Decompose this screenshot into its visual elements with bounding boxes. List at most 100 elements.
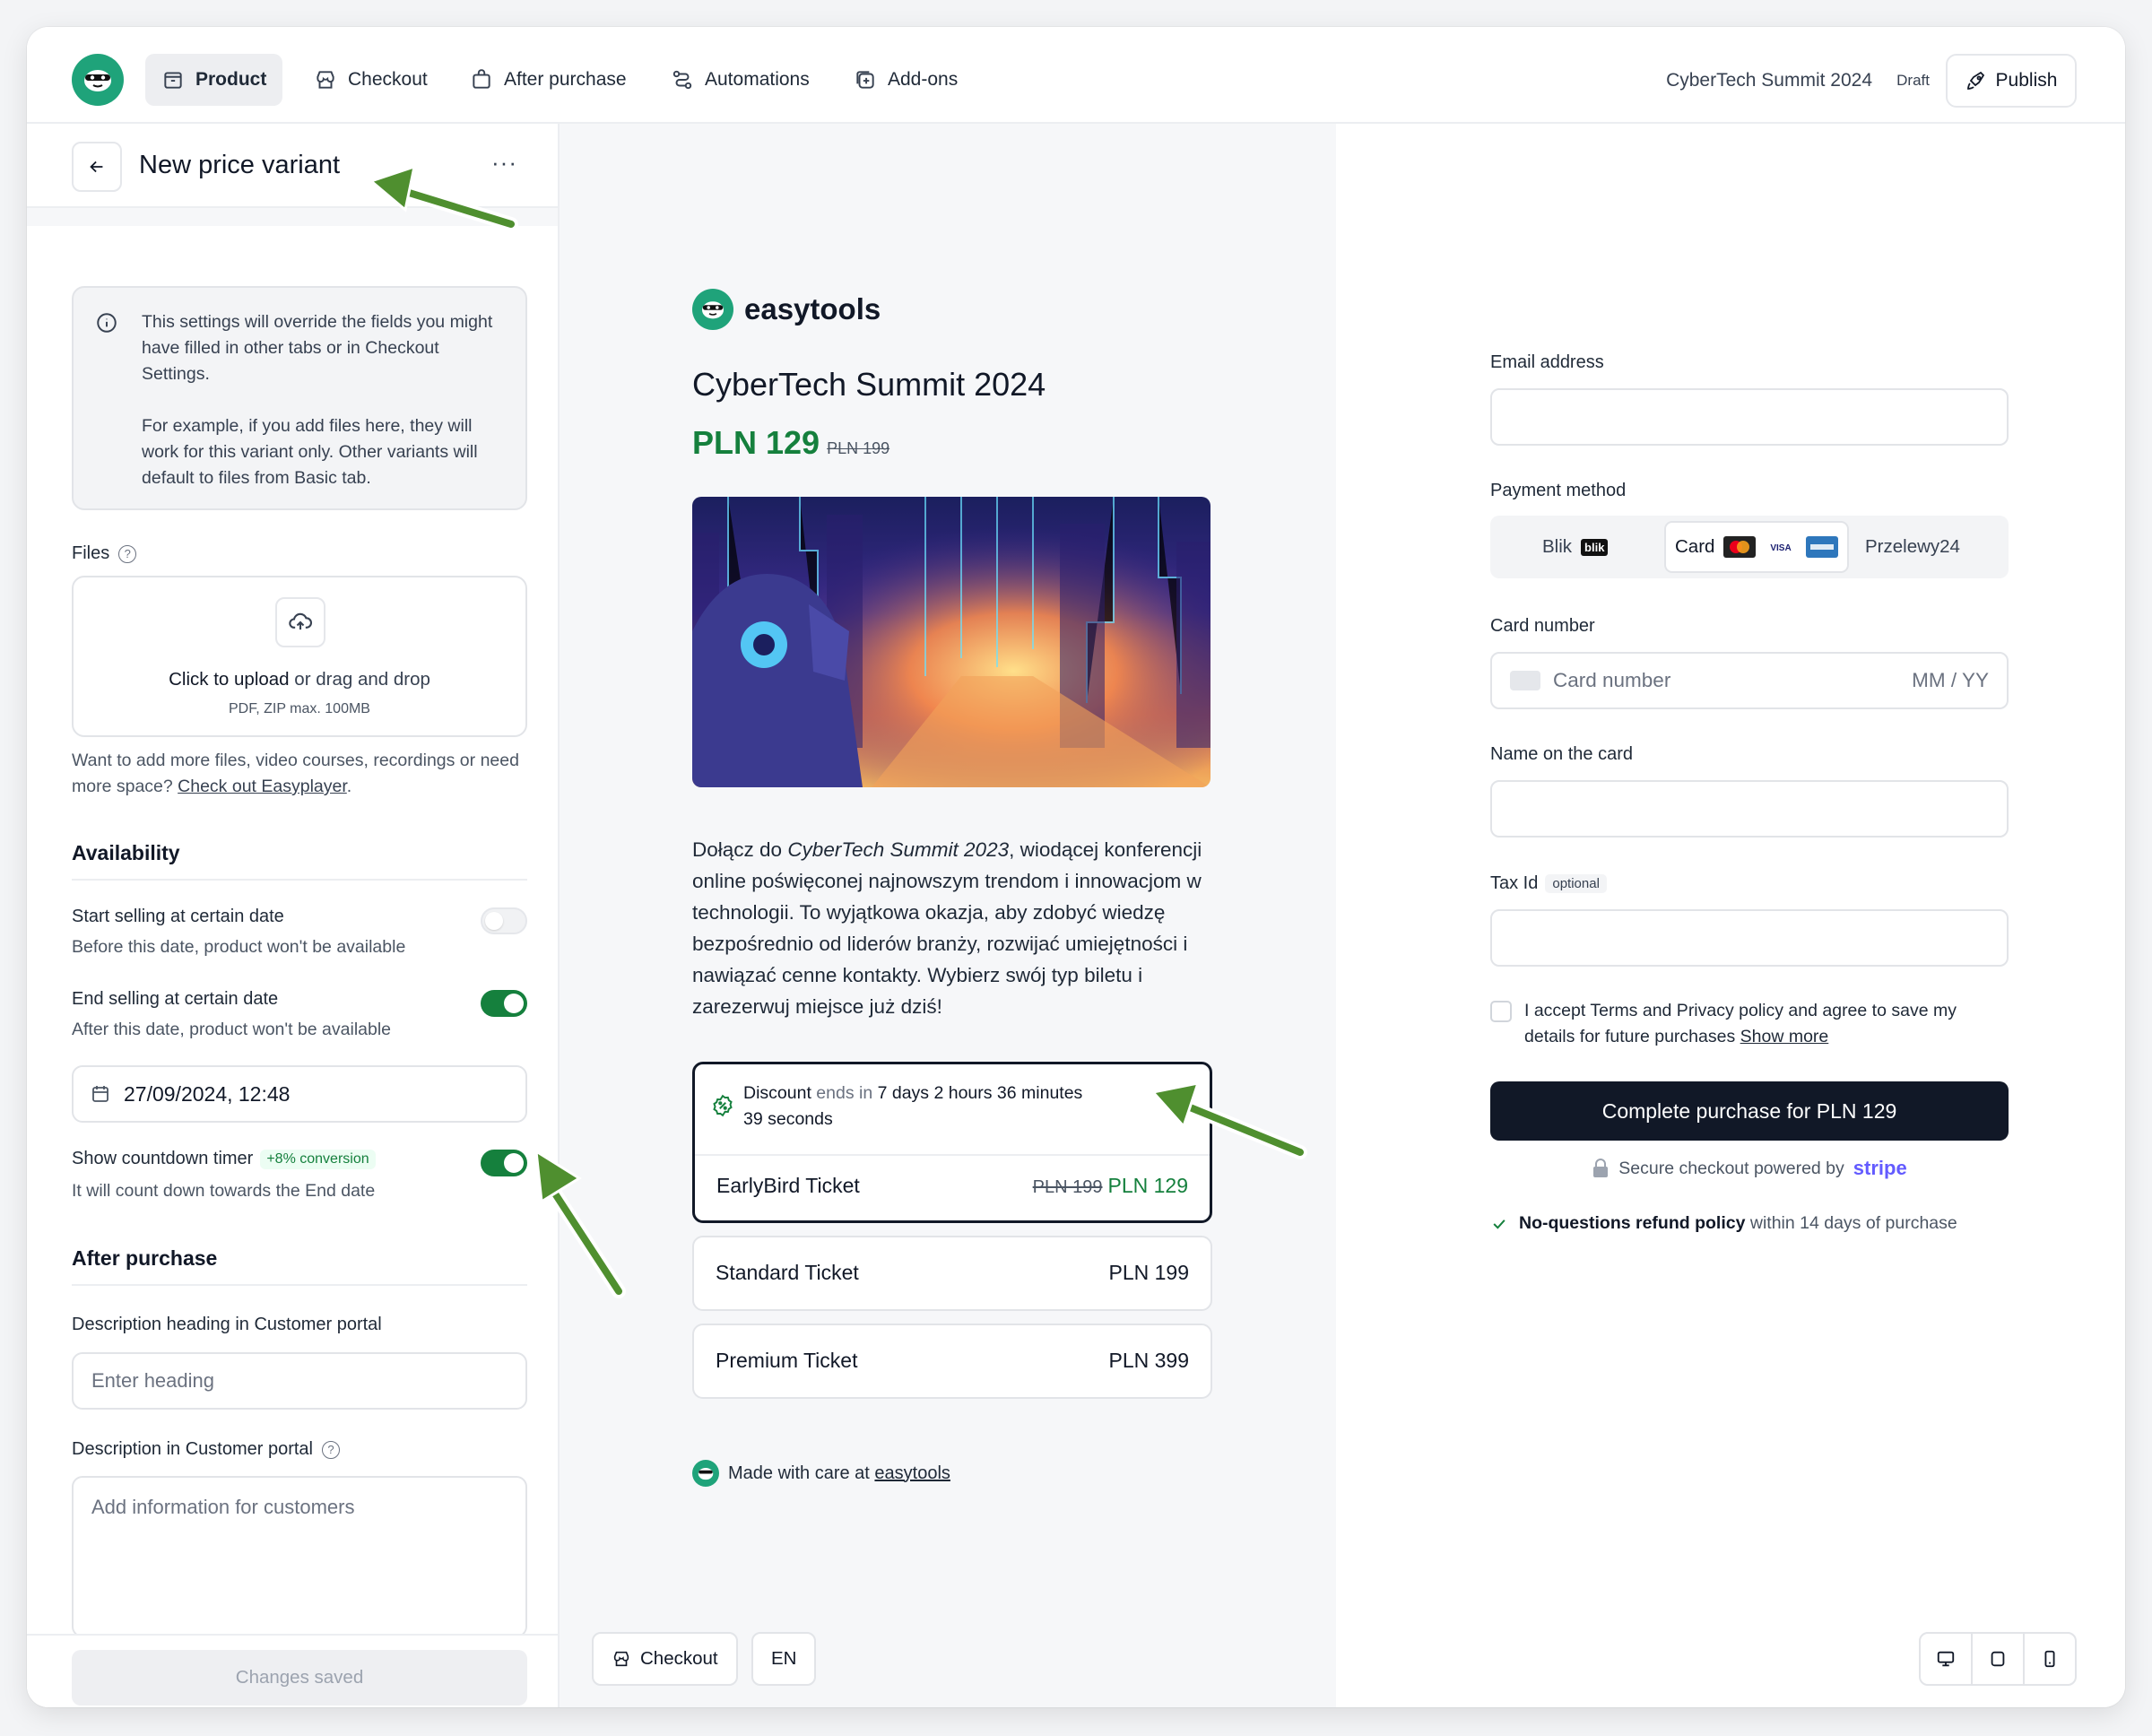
- tablet-preview-button[interactable]: [1973, 1634, 2025, 1684]
- desc-em: CyberTech Summit 2023: [787, 838, 1010, 861]
- tax-id-field[interactable]: [1490, 909, 2009, 967]
- easyplayer-link[interactable]: Check out Easyplayer: [178, 777, 347, 796]
- desc-heading-input[interactable]: Enter heading: [72, 1352, 527, 1410]
- made-with-footer: Made with care at easytools: [692, 1460, 950, 1487]
- store-icon: [317, 71, 334, 89]
- changes-saved-button[interactable]: Changes saved: [72, 1650, 527, 1706]
- store-icon: [613, 1651, 629, 1667]
- preview-checkout-button[interactable]: Checkout: [592, 1632, 738, 1686]
- terms-checkbox[interactable]: [1490, 1001, 1512, 1022]
- help-icon[interactable]: ?: [322, 1440, 340, 1459]
- discount-ends: ends in: [811, 1083, 878, 1103]
- product-title: CyberTech Summit 2024: [692, 366, 1046, 403]
- countdown-title-text: Show countdown timer: [72, 1149, 254, 1168]
- brand: easytools: [692, 289, 881, 330]
- publish-label: Publish: [1995, 70, 2058, 91]
- availability-heading: Availability: [72, 841, 180, 864]
- desc-textarea[interactable]: Add information for customers: [72, 1476, 527, 1637]
- upload-link[interactable]: Click to upload: [169, 669, 289, 690]
- language-button[interactable]: EN: [751, 1632, 817, 1686]
- card-number-placeholder: Card number: [1553, 669, 1671, 691]
- variant-settings-panel: New price variant ··· This settings will…: [27, 124, 560, 1707]
- ticket-option-premium[interactable]: Premium Ticket PLN 399: [692, 1324, 1212, 1399]
- terms-consent: I accept Terms and Privacy policy and ag…: [1490, 998, 2010, 1050]
- mobile-preview-button[interactable]: [2025, 1634, 2075, 1684]
- box-icon: [164, 72, 182, 89]
- desc-label-text: Description in Customer portal: [72, 1439, 313, 1459]
- card-number-field[interactable]: Card number MM / YY: [1490, 652, 2009, 709]
- card-icon: [1510, 671, 1540, 690]
- ticket-new-price: PLN 129: [1107, 1174, 1188, 1197]
- pay-tab-card[interactable]: Card VISA: [1664, 521, 1850, 573]
- svg-text:VISA: VISA: [1771, 543, 1792, 553]
- more-options-icon[interactable]: ···: [491, 149, 517, 177]
- countdown-title: Show countdown timer +8% conversion: [72, 1149, 376, 1169]
- pay-tab-label: Blik: [1542, 536, 1573, 557]
- nav-tab-label: Product: [195, 69, 267, 90]
- rocket-icon: [1966, 71, 1984, 90]
- app-window: Product Checkout After purchase Automati…: [27, 27, 2125, 1707]
- status-badge: Draft: [1896, 72, 1930, 89]
- current-price: PLN 129: [692, 424, 820, 461]
- price: PLN 129 PLN 199: [692, 424, 889, 462]
- discount-label: Discount: [743, 1083, 811, 1103]
- nav-tab-automations[interactable]: Automations: [655, 54, 826, 106]
- name-on-card-label: Name on the card: [1490, 744, 1633, 764]
- info-text: This settings will override the fields y…: [142, 312, 493, 384]
- checkout-label: Checkout: [640, 1648, 718, 1669]
- discount-time: 7 days 2 hours 36 minutes: [877, 1083, 1083, 1103]
- start-selling-toggle[interactable]: [481, 907, 527, 934]
- publish-button[interactable]: Publish: [1946, 54, 2077, 108]
- end-selling-toggle[interactable]: [481, 990, 527, 1017]
- page-title: New price variant: [139, 151, 341, 179]
- desktop-preview-button[interactable]: [1921, 1634, 1973, 1684]
- pay-tab-przelewy24[interactable]: Przelewy24: [1865, 521, 1960, 573]
- optional-badge: optional: [1545, 874, 1607, 893]
- complete-purchase-button[interactable]: Complete purchase for PLN 129: [1490, 1081, 2009, 1141]
- refund-rest: within 14 days of purchase: [1745, 1213, 1957, 1233]
- files-label: Files ?: [72, 543, 137, 564]
- file-upload-dropzone[interactable]: Click to upload or drag and drop PDF, ZI…: [72, 576, 527, 737]
- mobile-icon: [2044, 1650, 2055, 1668]
- nav-tab-label: Automations: [705, 69, 810, 90]
- ticket-option-standard[interactable]: Standard Ticket PLN 199: [692, 1236, 1212, 1311]
- discount-seconds: 39 seconds: [743, 1109, 833, 1129]
- easytools-link[interactable]: easytools: [874, 1463, 950, 1483]
- calendar-icon: [92, 1086, 108, 1102]
- nav-tab-checkout[interactable]: Checkout: [298, 54, 444, 106]
- nav-tab-after-purchase[interactable]: After purchase: [454, 54, 643, 106]
- pay-tab-blik[interactable]: Blik blik: [1542, 521, 1609, 573]
- nav-tab-product[interactable]: Product: [145, 54, 283, 106]
- payment-method-label: Payment method: [1490, 481, 1627, 500]
- countdown-toggle[interactable]: [481, 1150, 527, 1176]
- conversion-badge: +8% conversion: [260, 1149, 376, 1169]
- back-button[interactable]: [72, 142, 122, 192]
- product-preview: easytools CyberTech Summit 2024 PLN 129 …: [560, 124, 1336, 1707]
- stripe-logo: stripe: [1853, 1157, 1907, 1179]
- device-preview-switcher: [1919, 1632, 2077, 1686]
- payment-method-tabs: Blik blik Card VISA Przelewy24: [1490, 516, 2009, 578]
- override-info-box: This settings will override the fields y…: [72, 286, 527, 510]
- show-more-link[interactable]: Show more: [1740, 1027, 1829, 1046]
- refund-bold: No-questions refund policy: [1519, 1213, 1746, 1233]
- info-text: For example, if you add files here, they…: [142, 416, 478, 488]
- email-field[interactable]: [1490, 388, 2009, 446]
- top-nav: Product Checkout After purchase Automati…: [27, 27, 2125, 124]
- info-icon: [97, 313, 117, 333]
- nav-tab-add-ons[interactable]: Add-ons: [837, 54, 974, 106]
- name-on-card-field[interactable]: [1490, 780, 2009, 838]
- refund-policy: No-questions refund policy within 14 day…: [1490, 1213, 1957, 1234]
- ticket-option-earlybird[interactable]: Discount ends in 7 days 2 hours 36 minut…: [692, 1062, 1212, 1223]
- easytools-logo[interactable]: [72, 54, 124, 106]
- expiry-placeholder[interactable]: MM / YY: [1912, 669, 1989, 692]
- ticket-price: PLN 199 PLN 129: [1033, 1174, 1188, 1198]
- desc-label: Description in Customer portal ?: [72, 1439, 340, 1460]
- help-icon[interactable]: ?: [118, 544, 137, 563]
- easytools-logo: [692, 1460, 719, 1487]
- amex-icon: [1806, 536, 1839, 558]
- divider: [72, 1284, 527, 1286]
- discount-badge-icon: [713, 1094, 733, 1117]
- end-date-field[interactable]: 27/09/2024, 12:48: [72, 1065, 527, 1123]
- email-label: Email address: [1490, 352, 1604, 372]
- plus-square-icon: [856, 71, 874, 89]
